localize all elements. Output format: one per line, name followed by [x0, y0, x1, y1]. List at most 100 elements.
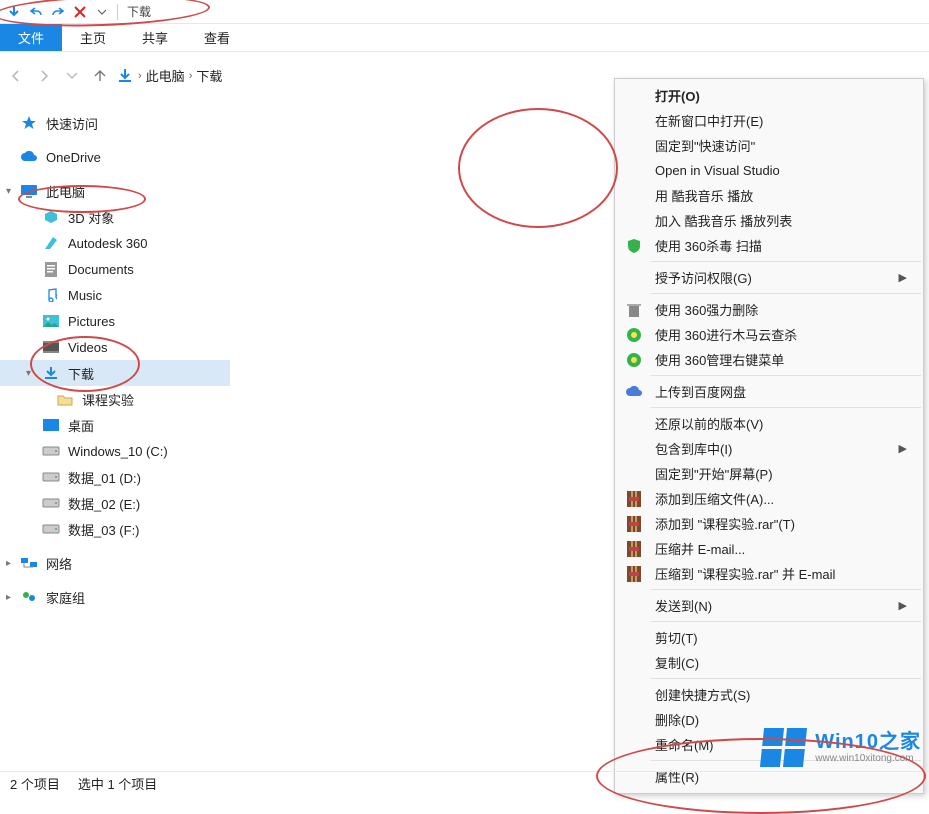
menu-item[interactable]: 使用 360管理右键菜单	[615, 347, 923, 372]
menu-item[interactable]: 使用 360杀毒 扫描	[615, 233, 923, 258]
menu-item-label: 压缩到 "课程实验.rar" 并 E-mail	[655, 564, 835, 583]
menu-item-label: 授予访问权限(G)	[655, 268, 752, 287]
navigation-pane: 快速访问 OneDrive ▾ 此电脑 3D 对象 Autodesk 360 Doc…	[0, 94, 230, 777]
sidebar-item[interactable]: Autodesk 360	[0, 230, 230, 256]
menu-item[interactable]: 用 酷我音乐 播放	[615, 183, 923, 208]
windows-logo-icon	[760, 728, 807, 767]
rar-icon	[625, 565, 643, 583]
360-icon	[625, 326, 643, 344]
menu-item[interactable]: 加入 酷我音乐 播放列表	[615, 208, 923, 233]
tab-share[interactable]: 共享	[124, 24, 186, 51]
menu-item[interactable]: 在新窗口中打开(E)	[615, 108, 923, 133]
item-icon	[42, 286, 60, 304]
menu-item[interactable]: 复制(C)	[615, 650, 923, 675]
menu-item-label: 创建快捷方式(S)	[655, 685, 750, 704]
menu-item[interactable]: 固定到"开始"屏幕(P)	[615, 461, 923, 486]
sidebar-item-label: 数据_01 (D:)	[68, 468, 141, 487]
undo-icon[interactable]	[26, 2, 46, 22]
sidebar-item[interactable]: Music	[0, 282, 230, 308]
nav-back-button[interactable]	[2, 62, 30, 90]
sidebar-item-label: Windows_10 (C:)	[68, 444, 168, 459]
delete-icon[interactable]	[70, 2, 90, 22]
rar-icon	[625, 490, 643, 508]
menu-item-label: 发送到(N)	[655, 596, 712, 615]
menu-item[interactable]: 打开(O)	[615, 83, 923, 108]
chevron-right-icon[interactable]: ▸	[6, 592, 16, 603]
trash-icon	[625, 301, 643, 319]
sidebar-thispc[interactable]: ▾ 此电脑	[0, 178, 230, 204]
menu-item[interactable]: 压缩并 E-mail...	[615, 536, 923, 561]
menu-item[interactable]: 使用 360进行木马云查杀	[615, 322, 923, 347]
menu-item[interactable]: 发送到(N) ▶	[615, 593, 923, 618]
nav-up-button[interactable]	[86, 62, 114, 90]
sidebar-item-label: Autodesk 360	[68, 236, 148, 251]
chevron-down-icon[interactable]: ▾	[6, 186, 16, 197]
menu-item[interactable]: 添加到 "课程实验.rar"(T)	[615, 511, 923, 536]
chevron-right-icon: ›	[189, 70, 193, 82]
menu-item-label: 固定到"快速访问"	[655, 136, 755, 155]
menu-item[interactable]: 授予访问权限(G)▶	[615, 265, 923, 290]
sidebar-network[interactable]: ▸ 网络	[0, 550, 230, 576]
sidebar-item[interactable]: Documents	[0, 256, 230, 282]
sidebar-item-label: Pictures	[68, 314, 115, 329]
cloud-icon	[625, 383, 643, 401]
sidebar-item[interactable]: Pictures	[0, 308, 230, 334]
sidebar-quick-access[interactable]: 快速访问	[0, 110, 230, 136]
sidebar-item[interactable]: Windows_10 (C:)	[0, 438, 230, 464]
sidebar-item[interactable]: 课程实验	[0, 386, 230, 412]
menu-item[interactable]: 固定到"快速访问"	[615, 133, 923, 158]
menu-item-label: 复制(C)	[655, 653, 699, 672]
chevron-right-icon: ›	[138, 70, 142, 82]
shield-icon	[625, 237, 643, 255]
sidebar-item[interactable]: 数据_01 (D:)	[0, 464, 230, 490]
menu-item[interactable]: 压缩到 "课程实验.rar" 并 E-mail	[615, 561, 923, 586]
menu-item-label: 使用 360进行木马云查杀	[655, 325, 797, 344]
menu-item[interactable]: 添加到压缩文件(A)...	[615, 486, 923, 511]
menu-item-label: 压缩并 E-mail...	[655, 539, 745, 558]
rar-icon	[625, 540, 643, 558]
sidebar-onedrive[interactable]: OneDrive	[0, 144, 230, 170]
tab-home[interactable]: 主页	[62, 24, 124, 51]
sidebar-item-label: 课程实验	[82, 390, 134, 409]
360-icon	[625, 351, 643, 369]
menu-item-label: 添加到压缩文件(A)...	[655, 489, 774, 508]
breadcrumb-location[interactable]: 下载	[196, 66, 222, 85]
breadcrumb-thispc[interactable]: 此电脑	[146, 66, 185, 85]
ribbon-tabs: 文件 主页 共享 查看	[0, 24, 929, 52]
sidebar-item[interactable]: 数据_02 (E:)	[0, 490, 230, 516]
menu-item-label: 还原以前的版本(V)	[655, 414, 763, 433]
sidebar-homegroup[interactable]: ▸ 家庭组	[0, 584, 230, 610]
chevron-right-icon[interactable]: ▸	[6, 558, 16, 569]
menu-separator	[651, 293, 921, 294]
menu-item[interactable]: 剪切(T)	[615, 625, 923, 650]
menu-item[interactable]: 创建快捷方式(S)	[615, 682, 923, 707]
item-icon	[42, 338, 60, 356]
sidebar-item[interactable]: 数据_03 (F:)	[0, 516, 230, 542]
breadcrumb[interactable]: › 此电脑 › 下载	[116, 66, 222, 85]
submenu-arrow-icon: ▶	[899, 442, 907, 455]
tab-view[interactable]: 查看	[186, 24, 248, 51]
menu-item[interactable]: 还原以前的版本(V)	[615, 411, 923, 436]
sidebar-item-label: 数据_03 (F:)	[68, 520, 140, 539]
menu-item[interactable]: 使用 360强力删除	[615, 297, 923, 322]
item-icon	[42, 520, 60, 538]
dropdown-icon[interactable]	[92, 2, 112, 22]
chevron-down-icon[interactable]: ▾	[26, 368, 36, 379]
menu-item[interactable]: 包含到库中(I)▶	[615, 436, 923, 461]
separator	[117, 4, 118, 20]
down-arrow-icon[interactable]	[4, 2, 24, 22]
sidebar-item[interactable]: ▾下载	[0, 360, 230, 386]
sidebar-item[interactable]: Videos	[0, 334, 230, 360]
tab-file[interactable]: 文件	[0, 24, 62, 51]
menu-item[interactable]: 上传到百度网盘	[615, 379, 923, 404]
menu-separator	[651, 261, 921, 262]
submenu-arrow-icon: ▶	[899, 599, 907, 612]
nav-recent-button[interactable]	[58, 62, 86, 90]
nav-forward-button[interactable]	[30, 62, 58, 90]
sidebar-item[interactable]: 桌面	[0, 412, 230, 438]
redo-icon[interactable]	[48, 2, 68, 22]
menu-item[interactable]: Open in Visual Studio	[615, 158, 923, 183]
context-menu: 打开(O)在新窗口中打开(E) 固定到"快速访问" Open in Visual S…	[614, 78, 924, 794]
sidebar-item[interactable]: 3D 对象	[0, 204, 230, 230]
item-icon	[42, 208, 60, 226]
